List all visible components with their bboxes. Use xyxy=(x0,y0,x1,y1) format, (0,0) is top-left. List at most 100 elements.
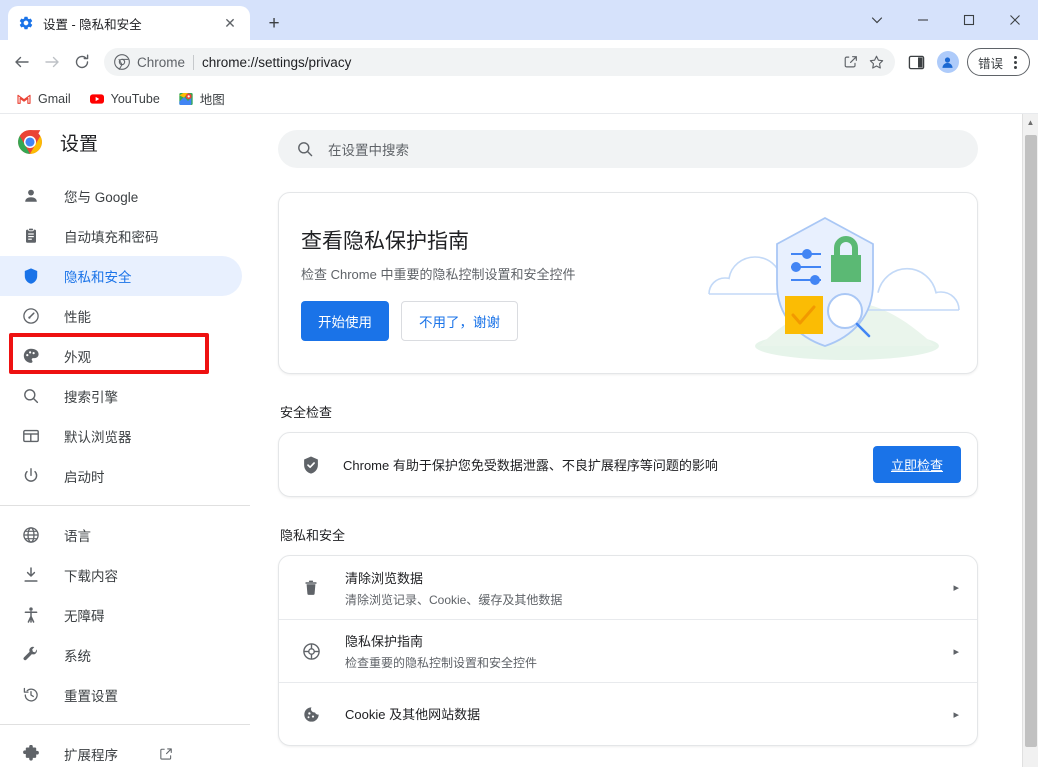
maps-icon xyxy=(179,92,193,105)
bookmark-label: 地图 xyxy=(199,93,225,107)
bookmark-star-icon[interactable] xyxy=(865,50,889,74)
sidebar-item-privacy-security[interactable]: 隐私和安全 xyxy=(0,256,242,296)
row-subtitle: 清除浏览记录、Cookie、缓存及其他数据 xyxy=(345,592,563,607)
new-tab-button[interactable]: + xyxy=(260,9,288,37)
search-row: 在设置中搜索 xyxy=(250,114,1038,168)
youtube-icon xyxy=(89,93,104,104)
sidebar-item-system[interactable]: 系统 xyxy=(0,635,242,675)
accessibility-icon xyxy=(21,605,41,625)
sidebar-item-performance[interactable]: 性能 xyxy=(0,296,242,336)
row-title: 隐私保护指南 xyxy=(345,634,424,649)
settings-content: 在设置中搜索 查看隐私保护指南 检查 Chrome 中重要的隐私控制设置和安全控… xyxy=(250,114,1038,767)
promo-subtitle: 检查 Chrome 中重要的隐私控制设置和安全控件 xyxy=(301,267,576,282)
browser-toolbar: Chrome chrome://settings/privacy 错误 xyxy=(0,40,1038,84)
sidebar-item-label: 语言 xyxy=(64,529,91,544)
no-thanks-button[interactable]: 不用了，谢谢 xyxy=(401,301,518,341)
error-badge[interactable]: 错误 xyxy=(966,48,1030,76)
reload-button[interactable] xyxy=(68,48,96,76)
row-title: 清除浏览数据 xyxy=(345,570,424,586)
tab-close-button[interactable]: ✕ xyxy=(220,13,240,33)
address-bar[interactable]: Chrome chrome://settings/privacy xyxy=(104,48,895,76)
get-started-button[interactable]: 开始使用 xyxy=(301,301,389,341)
wrench-icon xyxy=(21,645,41,665)
forward-button[interactable] xyxy=(38,48,66,76)
sidebar-item-reset-settings[interactable]: 重置设置 xyxy=(0,675,242,715)
minimize-button[interactable] xyxy=(900,4,946,36)
chrome-chip-icon xyxy=(114,54,130,70)
sidebar-item-label: 启动时 xyxy=(64,470,105,485)
sidebar-item-you-and-google[interactable]: 您与 Google xyxy=(0,176,242,216)
safety-check-description: Chrome 有助于保护您免受数据泄露、不良扩展程序等问题的影响 xyxy=(343,458,718,473)
sidebar-item-label: 无障碍 xyxy=(64,609,105,624)
tab-strip: 设置 - 隐私和安全 ✕ + xyxy=(0,0,1038,40)
sidebar-item-autofill-passwords[interactable]: 自动填充和密码 xyxy=(0,216,242,256)
restore-icon xyxy=(21,685,41,705)
back-button[interactable] xyxy=(8,48,36,76)
row-title: Cookie 及其他网站数据 xyxy=(345,707,481,722)
sidebar-item-downloads[interactable]: 下载内容 xyxy=(0,555,242,595)
sidebar-item-on-startup[interactable]: 启动时 xyxy=(0,456,242,496)
globe-icon xyxy=(21,525,41,545)
sidebar-divider-1 xyxy=(0,505,250,506)
chrome-logo xyxy=(18,130,42,154)
bookmark-gmail[interactable]: Gmail xyxy=(8,88,79,110)
bookmark-youtube[interactable]: YouTube xyxy=(81,88,168,110)
bookmark-maps[interactable]: 地图 xyxy=(170,86,233,111)
settings-brand: 设置 xyxy=(0,114,250,170)
chevron-right-icon[interactable]: ▸ xyxy=(953,708,959,721)
sidebar-item-default-browser[interactable]: 默认浏览器 xyxy=(0,416,242,456)
settings-gear-icon xyxy=(19,16,33,30)
sidebar-nav-tertiary: 扩展程序 xyxy=(0,734,250,767)
tab-search-chevron-icon[interactable] xyxy=(854,4,900,36)
sidebar-item-appearance[interactable]: 外观 xyxy=(0,336,242,376)
clipboard-icon xyxy=(21,226,41,246)
promo-title: 查看隐私保护指南 xyxy=(301,230,469,253)
error-badge-label: 错误 xyxy=(977,56,1003,71)
privacy-guide-icon xyxy=(301,641,321,661)
cookie-icon xyxy=(301,704,321,724)
sidebar-item-extensions[interactable]: 扩展程序 xyxy=(0,734,242,767)
safety-check-row: Chrome 有助于保护您免受数据泄露、不良扩展程序等问题的影响 立即检查 xyxy=(279,433,977,496)
sidebar-nav-primary: 您与 Google 自动填充和密码 隐私和安全 性能 外观 搜索引擎 默认浏览器… xyxy=(0,176,250,496)
settings-title: 设置 xyxy=(60,133,99,155)
check-now-button[interactable]: 立即检查 xyxy=(872,446,961,483)
omnibox-chip-label: Chrome xyxy=(137,54,186,70)
puzzle-icon xyxy=(21,744,41,764)
browser-tab[interactable]: 设置 - 隐私和安全 ✕ xyxy=(8,6,250,40)
search-icon xyxy=(21,386,41,406)
sidebar-item-accessibility[interactable]: 无障碍 xyxy=(0,595,242,635)
privacy-guide-promo-card: 查看隐私保护指南 检查 Chrome 中重要的隐私控制设置和安全控件 开始使用 … xyxy=(278,192,978,374)
sidebar-item-label: 搜索引擎 xyxy=(64,390,118,405)
row-clear-browsing-data[interactable]: 清除浏览数据 清除浏览记录、Cookie、缓存及其他数据 ▸ xyxy=(279,556,977,619)
sidebar-item-languages[interactable]: 语言 xyxy=(0,515,242,555)
scroll-up-arrow-icon[interactable]: ▲ xyxy=(1023,114,1038,131)
vertical-scrollbar[interactable]: ▲ xyxy=(1022,114,1038,767)
more-menu-icon[interactable] xyxy=(1005,52,1025,72)
sidebar-item-label: 系统 xyxy=(64,649,91,664)
close-window-button[interactable] xyxy=(992,4,1038,36)
side-panel-icon[interactable] xyxy=(903,48,931,76)
scrollbar-thumb[interactable] xyxy=(1025,135,1037,747)
speedometer-icon xyxy=(21,306,41,326)
row-privacy-guide[interactable]: 隐私保护指南 检查重要的隐私控制设置和安全控件 ▸ xyxy=(279,619,977,682)
chevron-right-icon[interactable]: ▸ xyxy=(953,645,959,658)
settings-sidebar: 设置 您与 Google 自动填充和密码 隐私和安全 性能 外观 搜索引擎 默认… xyxy=(0,114,250,767)
chevron-right-icon[interactable]: ▸ xyxy=(953,581,959,594)
sidebar-divider-2 xyxy=(0,724,250,725)
sidebar-item-search-engine[interactable]: 搜索引擎 xyxy=(0,376,242,416)
search-input[interactable]: 在设置中搜索 xyxy=(278,130,978,168)
bookmarks-bar: Gmail YouTube 地图 xyxy=(0,84,1038,114)
shield-icon xyxy=(21,266,41,286)
sidebar-item-label: 默认浏览器 xyxy=(64,430,132,445)
privacy-section-heading: 隐私和安全 xyxy=(280,528,346,543)
row-cookies-site-data[interactable]: Cookie 及其他网站数据 ▸ xyxy=(279,682,977,745)
sidebar-item-label: 下载内容 xyxy=(64,569,118,584)
search-placeholder: 在设置中搜索 xyxy=(328,143,409,158)
profile-avatar[interactable] xyxy=(936,51,959,73)
maximize-button[interactable] xyxy=(946,4,992,36)
sidebar-item-label: 重置设置 xyxy=(64,689,118,704)
sidebar-item-label: 性能 xyxy=(64,310,91,325)
settings-scroll-area: 查看隐私保护指南 检查 Chrome 中重要的隐私控制设置和安全控件 开始使用 … xyxy=(250,192,1038,746)
share-icon[interactable] xyxy=(839,50,863,74)
shield-check-icon xyxy=(301,455,321,475)
